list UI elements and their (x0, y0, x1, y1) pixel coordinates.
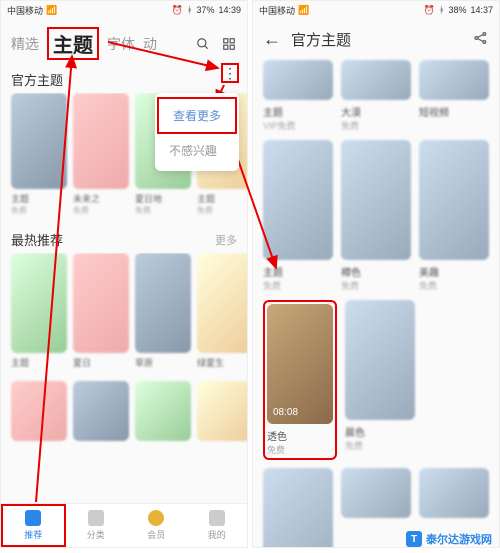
annotation-arrows (0, 0, 500, 553)
popup-not-interested[interactable]: 不感兴趣 (155, 134, 239, 167)
watermark-icon: T (406, 531, 422, 547)
watermark: T 泰尔达游戏网 (406, 531, 492, 547)
overflow-popup: 查看更多 不感兴趣 (155, 93, 239, 171)
watermark-text: 泰尔达游戏网 (426, 531, 492, 547)
popup-view-more[interactable]: 查看更多 (157, 97, 237, 134)
